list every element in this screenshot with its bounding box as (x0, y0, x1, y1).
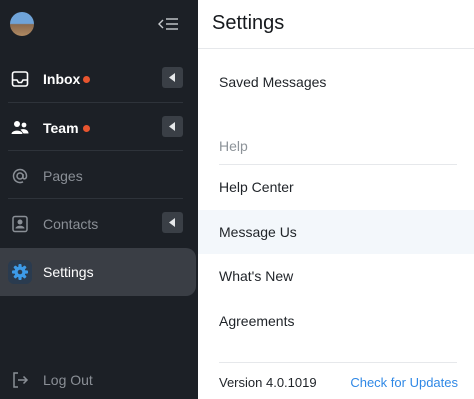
collapse-sidebar-icon[interactable] (157, 14, 181, 34)
logout-label: Log Out (43, 372, 93, 388)
divider (8, 102, 183, 103)
saved-messages-item[interactable]: Saved Messages (198, 60, 474, 104)
page-title: Settings (212, 12, 285, 34)
gear-icon (8, 260, 32, 284)
check-for-updates-link[interactable]: Check for Updates (350, 375, 458, 391)
divider (8, 198, 183, 199)
sidebar-item-settings[interactable]: Settings (0, 248, 196, 296)
caret-left-icon (169, 73, 175, 82)
help-center-item[interactable]: Help Center (198, 165, 474, 209)
unread-badge (83, 125, 90, 132)
divider (219, 362, 457, 363)
help-center-label: Help Center (219, 179, 294, 195)
sidebar-item-contacts[interactable]: Contacts (0, 200, 198, 248)
expand-contacts-button[interactable] (162, 212, 183, 233)
message-us-item[interactable]: Message Us (198, 210, 474, 254)
agreements-item[interactable]: Agreements (198, 299, 474, 343)
help-section-heading: Help (219, 138, 248, 154)
sidebar-item-team[interactable]: Team (0, 104, 198, 152)
sidebar-header (0, 0, 198, 50)
unread-badge (83, 76, 90, 83)
agreements-label: Agreements (219, 313, 295, 329)
whats-new-label: What's New (219, 268, 294, 284)
at-sign-icon (10, 166, 30, 186)
inbox-icon (10, 69, 30, 89)
version-text: Version 4.0.1019 (219, 375, 317, 390)
logout-button[interactable]: Log Out (0, 356, 198, 399)
caret-left-icon (169, 122, 175, 131)
saved-messages-label: Saved Messages (219, 74, 327, 90)
logout-icon (10, 370, 30, 390)
sidebar-item-pages[interactable]: Pages (0, 152, 198, 200)
settings-panel: Settings Saved Messages Help Help Center… (198, 0, 474, 399)
sidebar-item-inbox[interactable]: Inbox (0, 55, 198, 103)
divider (8, 150, 183, 151)
sidebar-item-label: Inbox (43, 71, 81, 87)
expand-inbox-button[interactable] (162, 67, 183, 88)
whats-new-item[interactable]: What's New (198, 254, 474, 298)
avatar[interactable] (10, 12, 34, 36)
sidebar-item-label: Contacts (43, 216, 99, 232)
message-us-label: Message Us (219, 224, 297, 240)
contacts-icon (10, 214, 30, 234)
sidebar: Inbox Team Pages Contacts Settings Log O… (0, 0, 198, 399)
sidebar-item-label: Pages (43, 168, 83, 184)
caret-left-icon (169, 218, 175, 227)
expand-team-button[interactable] (162, 116, 183, 137)
sidebar-item-label: Settings (43, 264, 94, 280)
team-icon (10, 118, 30, 138)
divider (198, 48, 474, 49)
sidebar-item-label: Team (43, 120, 79, 136)
